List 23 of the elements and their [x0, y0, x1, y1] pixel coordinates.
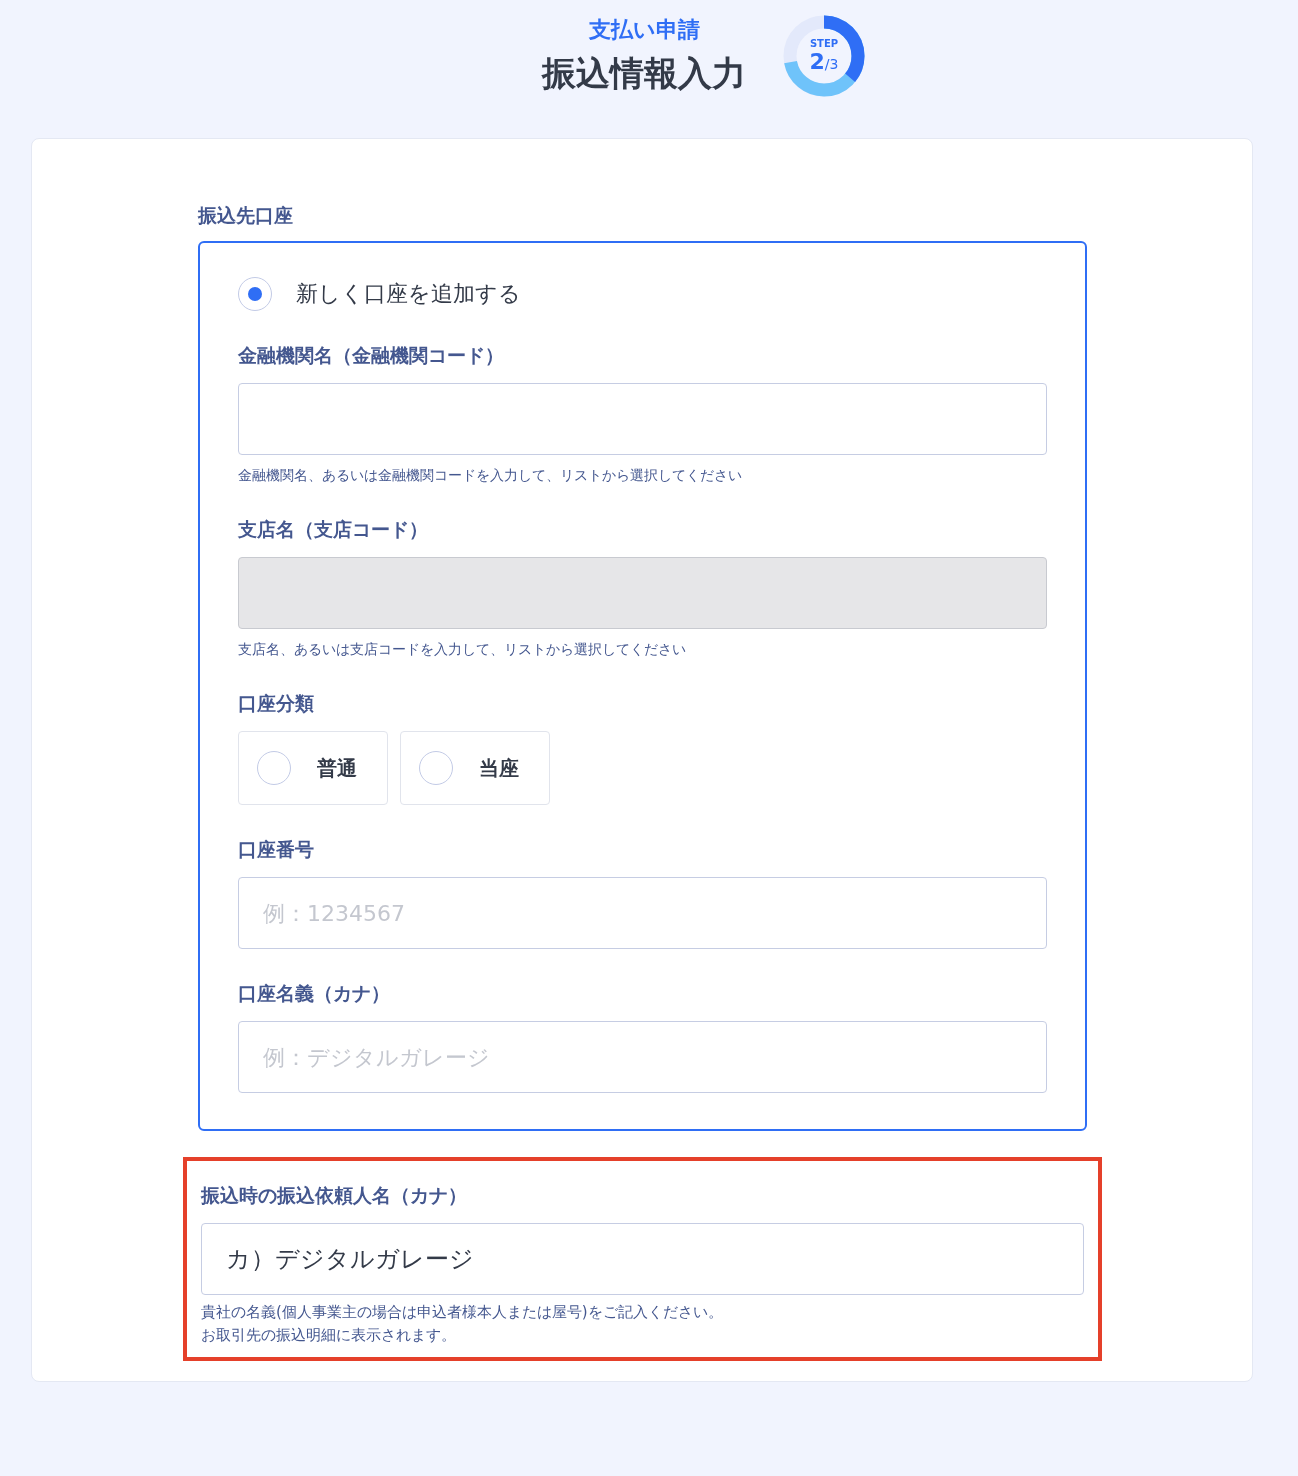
- field-hint: お取引先の振込明細に表示されます。: [201, 1326, 457, 1345]
- radio-option[interactable]: 普通: [238, 731, 388, 805]
- field-label: 口座名義（カナ）: [238, 981, 391, 1006]
- page-category: 支払い申請: [587, 16, 701, 44]
- field-label: 口座分類: [238, 691, 315, 716]
- section-label: 振込先口座: [198, 203, 294, 228]
- input-field[interactable]: [238, 383, 1047, 455]
- field-label: 口座番号: [238, 837, 315, 862]
- field-label: 金融機関名（金融機関コード）: [238, 343, 505, 368]
- field-hint: 貴社の名義(個人事業主の場合は申込者様本人または屋号)をご記入ください。: [201, 1303, 724, 1322]
- field-hint: 支店名、あるいは支店コードを入力して、リストから選択してください: [238, 641, 687, 659]
- field-hint: 金融機関名、あるいは金融機関コードを入力して、リストから選択してください: [238, 467, 743, 485]
- radio-button[interactable]: [238, 277, 272, 311]
- input-field[interactable]: 例：1234567: [238, 877, 1047, 949]
- step-label: STEP: [809, 38, 839, 49]
- step-count: 2/3: [809, 49, 839, 74]
- input-field[interactable]: カ）デジタルガレージ: [201, 1223, 1084, 1295]
- radio-option[interactable]: 当座: [400, 731, 550, 805]
- option-label: 新しく口座を追加する: [296, 280, 521, 308]
- input-field[interactable]: 例：デジタルガレージ: [238, 1021, 1047, 1093]
- field-label: 振込時の振込依頼人名（カナ）: [201, 1183, 468, 1208]
- field-label: 支店名（支店コード）: [238, 517, 429, 542]
- page-title: 振込情報入力: [542, 52, 746, 95]
